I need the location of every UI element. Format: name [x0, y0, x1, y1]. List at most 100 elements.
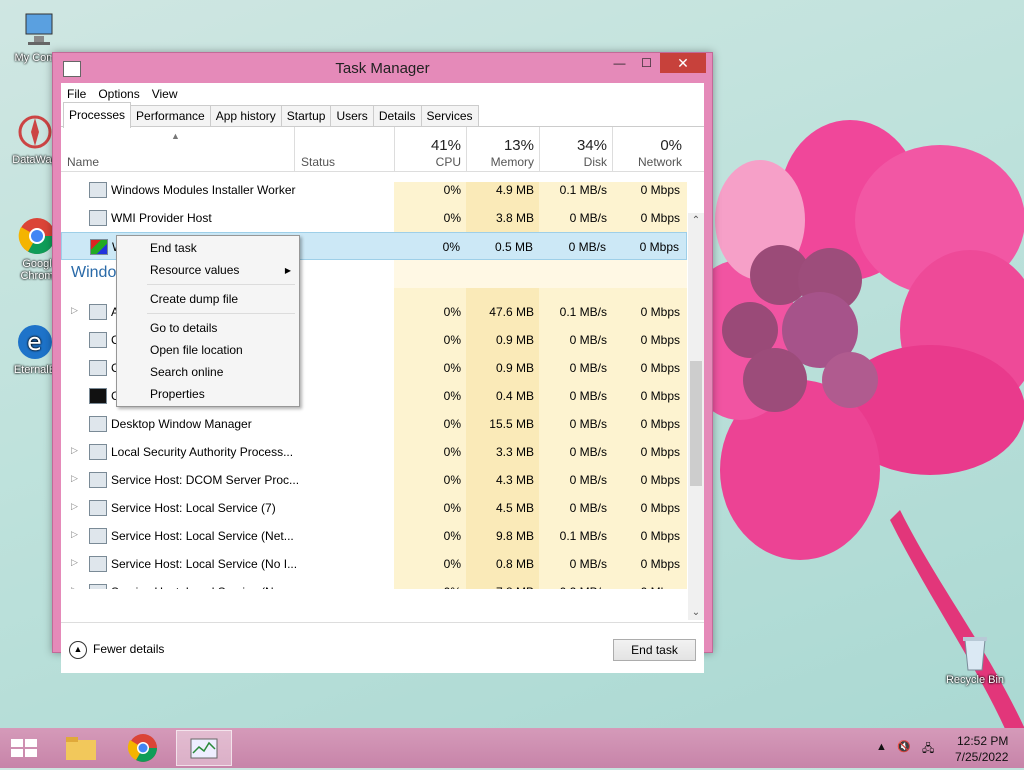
process-disk: 0 MB/s [569, 417, 607, 431]
process-cpu: 0% [443, 183, 461, 197]
process-net: 0 Mbps [640, 501, 680, 515]
folder-icon [66, 737, 96, 760]
taskbar-file-explorer[interactable] [54, 730, 110, 766]
table-row[interactable]: ▷ Service Host: Local Service (No ... 0% 7.… [61, 578, 687, 589]
tab-processes[interactable]: Processes [63, 102, 132, 128]
minimize-button[interactable]: — [606, 53, 633, 73]
expand-arrow-icon[interactable]: ▷ [71, 585, 78, 589]
process-icon [89, 556, 107, 572]
clock-time[interactable]: 12:52 PM [957, 734, 1008, 748]
process-name: WMI Provider Host [111, 211, 212, 225]
tab-services[interactable]: Services [420, 105, 479, 126]
table-row[interactable]: ▷ Local Security Authority Process... 0% 3.… [61, 438, 687, 466]
expand-arrow-icon[interactable]: ▷ [71, 473, 78, 484]
expand-arrow-icon[interactable]: ▷ [71, 501, 78, 512]
process-mem: 0.9 MB [495, 361, 534, 375]
vertical-scrollbar[interactable]: ⌃ ⌄ [688, 213, 704, 620]
column-headers: ▲ Name Status 41% CPU 13% Memory 34% Dis… [61, 127, 704, 172]
menu-separator [147, 284, 295, 285]
table-row[interactable]: ▷ Service Host: Local Service (7) 0% 4.5 MB… [61, 494, 687, 522]
table-row[interactable]: WMI Provider Host 0% 3.8 MB 0 MB/s 0 Mbps [61, 204, 687, 232]
column-status-header[interactable]: Status [294, 127, 395, 171]
process-disk: 0 MB/s [569, 361, 607, 375]
process-mem: 3.8 MB [495, 211, 534, 225]
process-net: 0 Mbps [640, 389, 680, 403]
taskbar-task-manager[interactable] [176, 730, 232, 766]
process-mem: 9.8 MB [495, 529, 534, 543]
expand-arrow-icon[interactable]: ▷ [71, 305, 78, 316]
process-disk: 0.1 MB/s [559, 529, 607, 543]
process-disk: 0 MB/s [569, 389, 607, 403]
expand-arrow-icon[interactable]: ▷ [71, 529, 78, 540]
taskbar-chrome[interactable] [115, 730, 171, 766]
menu-view[interactable]: View [152, 87, 178, 101]
process-cpu: 0% [443, 557, 461, 571]
process-icon [89, 210, 107, 226]
process-name: Service Host: Local Service (Net... [111, 529, 294, 543]
tab-users[interactable]: Users [330, 105, 374, 126]
process-icon [89, 360, 107, 376]
menu-item-search-online[interactable]: Search online [150, 365, 223, 379]
process-name: Windows Modules Installer Worker [111, 183, 296, 197]
disk-total: 34% [576, 137, 607, 154]
process-net: 0 Mbps [640, 445, 680, 459]
process-name: Service Host: Local Service (No I... [111, 557, 298, 571]
desktop-icon-recycle-bin[interactable]: Recycle Bin [940, 632, 1010, 686]
network-total: 0% [660, 137, 682, 154]
scroll-thumb[interactable] [690, 361, 702, 486]
end-task-button[interactable]: End task [613, 639, 696, 661]
process-disk: 0.1 MB/s [559, 183, 607, 197]
table-row[interactable]: Windows Modules Installer Worker 0% 4.9 MB… [61, 182, 687, 204]
process-net: 0 Mbps [640, 473, 680, 487]
recycle-bin-icon [955, 632, 995, 672]
process-icon [89, 500, 107, 516]
network-icon[interactable]: 🖧 [922, 740, 934, 759]
fewer-details-link[interactable]: ▲ Fewer details [69, 641, 164, 659]
menu-file[interactable]: File [67, 87, 86, 101]
process-cpu: 0% [443, 501, 461, 515]
menu-separator [147, 313, 295, 314]
menu-options[interactable]: Options [98, 87, 139, 101]
menu-item-resource-values[interactable]: Resource values [150, 263, 239, 277]
column-network-header[interactable]: 0% Network [612, 127, 688, 171]
menu-item-create-dump-file[interactable]: Create dump file [150, 292, 238, 306]
scroll-up-icon[interactable]: ⌃ [688, 215, 704, 226]
table-row[interactable]: ▷ Service Host: DCOM Server Proc... 0% 4.3 … [61, 466, 687, 494]
start-button[interactable] [0, 730, 56, 766]
process-icon [89, 472, 107, 488]
process-disk: 0 MB/s [569, 473, 607, 487]
show-hidden-icons-icon[interactable]: ▲ [876, 741, 887, 753]
table-row[interactable]: ▷ Service Host: Local Service (No I... 0% 0… [61, 550, 687, 578]
close-button[interactable]: ✕ [660, 53, 706, 73]
menu-item-go-to-details[interactable]: Go to details [150, 321, 217, 335]
column-name[interactable]: Name [67, 155, 99, 169]
tab-startup[interactable]: Startup [280, 105, 332, 126]
scroll-down-icon[interactable]: ⌄ [688, 607, 704, 618]
clock-date[interactable]: 7/25/2022 [955, 750, 1008, 764]
process-cpu: 0% [443, 333, 461, 347]
process-mem: 0.8 MB [495, 557, 534, 571]
column-memory-header[interactable]: 13% Memory [466, 127, 540, 171]
tab-details[interactable]: Details [372, 105, 422, 126]
menu-item-properties[interactable]: Properties [150, 387, 205, 401]
column-disk-header[interactable]: 34% Disk [539, 127, 613, 171]
title-bar[interactable]: Task Manager — ☐ ✕ [53, 53, 712, 83]
expand-arrow-icon[interactable]: ▷ [71, 445, 78, 456]
column-cpu-header[interactable]: 41% CPU [394, 127, 467, 171]
submenu-arrow-icon: ▶ [284, 266, 291, 275]
table-row[interactable]: Desktop Window Manager 0% 15.5 MB 0 MB/s 0 M… [61, 410, 687, 438]
table-row[interactable]: ▷ Service Host: Local Service (Net... 0% 9.… [61, 522, 687, 550]
menu-item-open-file-location[interactable]: Open file location [150, 343, 243, 357]
process-icon [89, 584, 107, 589]
maximize-button[interactable]: ☐ [633, 53, 660, 73]
expand-arrow-icon[interactable]: ▷ [71, 557, 78, 568]
menu-item-end-task[interactable]: End task [150, 241, 197, 255]
tab-performance[interactable]: Performance [130, 105, 211, 126]
tab-app-history[interactable]: App history [209, 105, 282, 126]
column-status: Status [301, 155, 336, 169]
group-header-windows-processes: Windo [71, 264, 117, 281]
process-name: Local Security Authority Process... [111, 445, 294, 459]
volume-muted-icon[interactable]: 🔇 [897, 740, 911, 753]
process-disk: 0 MB/s [569, 557, 607, 571]
process-net: 0 Mbps [640, 183, 680, 197]
